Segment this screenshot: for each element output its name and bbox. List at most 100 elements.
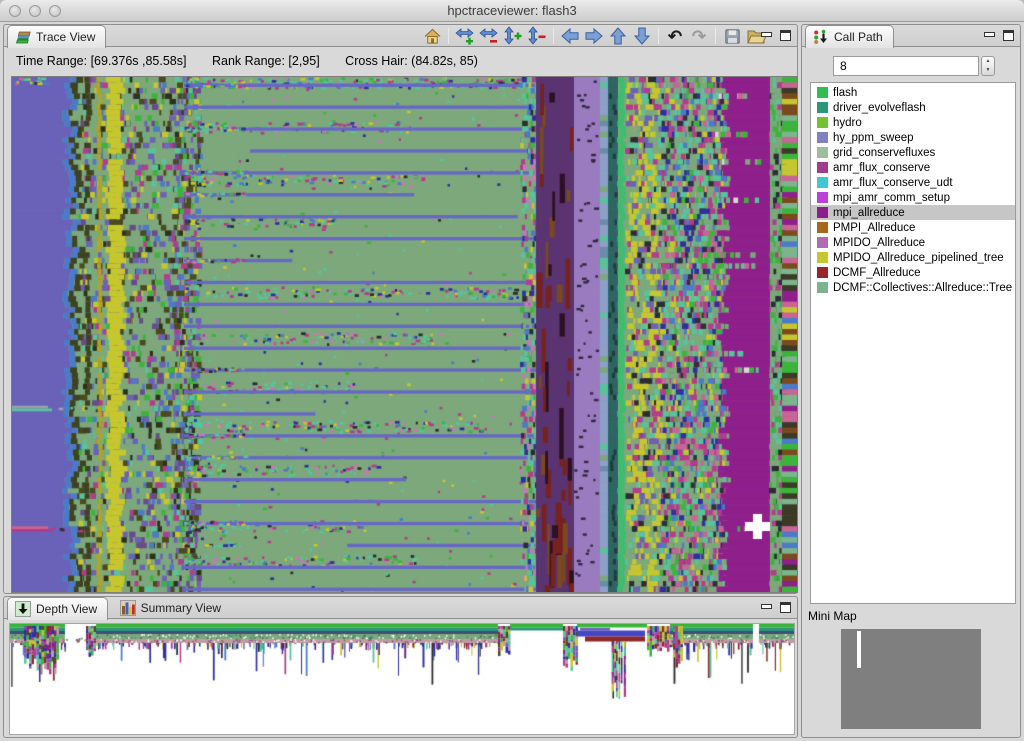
call-path-item[interactable]: driver_evolveflash xyxy=(811,100,1015,115)
call-path-item[interactable]: mpi_amr_comm_setup xyxy=(811,190,1015,205)
procedure-color-chip xyxy=(817,267,828,278)
procedure-label: amr_flux_conserve_udt xyxy=(833,177,953,189)
call-path-item[interactable]: DCMF_Allreduce xyxy=(811,265,1015,280)
procedure-label: DCMF_Allreduce xyxy=(833,267,921,279)
trace-canvas[interactable] xyxy=(11,76,798,593)
call-path-item[interactable]: amr_flux_conserve xyxy=(811,160,1015,175)
procedure-color-chip xyxy=(817,162,828,173)
procedure-label: mpi_amr_comm_setup xyxy=(833,192,950,204)
undo-icon: ↶ xyxy=(668,28,682,45)
call-path-item[interactable]: flash xyxy=(811,85,1015,100)
procedure-color-chip xyxy=(817,282,828,293)
call-path-list: flash driver_evolveflashhydro hy_ppm_sweep… xyxy=(810,82,1016,604)
tab-depth-view[interactable]: Depth View xyxy=(7,597,108,620)
call-path-item[interactable]: DCMF::Collectives::Allreduce::Tree xyxy=(811,280,1015,295)
home-icon xyxy=(423,27,442,46)
call-path-item[interactable]: amr_flux_conserve_udt xyxy=(811,175,1015,190)
procedure-color-chip xyxy=(817,222,828,233)
depth-pane-maximize-button[interactable] xyxy=(780,602,791,613)
procedure-color-chip xyxy=(817,177,828,188)
procedure-color-chip xyxy=(817,132,828,143)
stepper-down-icon[interactable]: ▼ xyxy=(982,66,994,75)
zoom-out-horizontal-icon xyxy=(479,26,499,46)
procedure-color-chip xyxy=(817,237,828,248)
title-bar: hpctraceviewer: flash3 xyxy=(0,0,1024,22)
tab-summary-view[interactable]: Summary View xyxy=(113,597,231,619)
tab-trace-view[interactable]: Trace View xyxy=(7,25,106,48)
arrow-up-icon xyxy=(608,26,628,46)
depth-pane-minimize-button[interactable] xyxy=(761,604,772,609)
tab-call-path-label: Call Path xyxy=(834,30,883,44)
procedure-label: grid_conservefluxes xyxy=(833,147,935,159)
pan-up-button[interactable] xyxy=(607,26,629,46)
time-range-value: Time Range: [69.376s ,85.58s] xyxy=(16,54,186,68)
pan-left-button[interactable] xyxy=(559,26,581,46)
callpath-pane-maximize-button[interactable] xyxy=(1003,30,1014,41)
callpath-pane-minimize-button[interactable] xyxy=(984,32,995,37)
pane-maximize-button[interactable] xyxy=(780,30,791,41)
pan-down-button[interactable] xyxy=(631,26,653,46)
redo-button[interactable]: ↷ xyxy=(688,26,710,46)
call-path-pane: Call Path 8 ▲ ▼ flashdriver_evolveflashh… xyxy=(801,24,1021,738)
call-path-item[interactable]: MPIDO_Allreduce_pipelined_tree xyxy=(811,250,1015,265)
procedure-color-chip xyxy=(817,102,828,113)
depth-view-icon xyxy=(15,601,31,617)
zoom-in-vertical-icon xyxy=(503,26,523,46)
procedure-label: DCMF::Collectives::Allreduce::Tree xyxy=(833,282,1012,294)
trace-status-bar: Time Range: [69.376s ,85.58s] Rank Range… xyxy=(16,54,500,68)
procedure-label: amr_flux_conserve xyxy=(833,162,930,174)
depth-view-pane: Depth View Summary View xyxy=(3,596,798,738)
procedure-label: driver_evolveflash xyxy=(833,102,926,114)
tab-call-path[interactable]: Call Path xyxy=(805,25,894,48)
window-title: hpctraceviewer: flash3 xyxy=(0,3,1024,18)
call-path-item[interactable]: PMPI_Allreduce xyxy=(811,220,1015,235)
tab-trace-view-label: Trace View xyxy=(36,30,95,44)
stepper-up-icon[interactable]: ▲ xyxy=(982,57,994,66)
rank-range-value: Rank Range: [2,95] xyxy=(212,54,320,68)
crosshair-value: Cross Hair: (84.82s, 85) xyxy=(345,54,478,68)
procedure-color-chip xyxy=(817,192,828,203)
trace-view-pane: Trace View xyxy=(3,24,798,594)
mini-map-viewport[interactable] xyxy=(857,631,861,668)
zoom-out-horizontal-button[interactable] xyxy=(478,26,500,46)
trace-view-tabbar: Trace View xyxy=(4,25,797,47)
mini-map-label: Mini Map xyxy=(808,609,857,623)
procedure-color-chip xyxy=(817,252,828,263)
tab-summary-view-label: Summary View xyxy=(141,601,221,615)
trace-toolbar: ↶ ↷ xyxy=(421,25,767,47)
call-path-item[interactable]: hy_ppm_sweep xyxy=(811,130,1015,145)
call-path-item[interactable]: grid_conservefluxes xyxy=(811,145,1015,160)
depth-spinner-stepper[interactable]: ▲ ▼ xyxy=(981,56,995,76)
depth-spinner-input[interactable]: 8 xyxy=(833,56,979,76)
call-path-item[interactable]: MPIDO_Allreduce xyxy=(811,235,1015,250)
call-path-item[interactable]: hydro xyxy=(811,115,1015,130)
summary-view-icon xyxy=(120,600,136,616)
redo-icon: ↷ xyxy=(692,28,706,45)
zoom-out-vertical-icon xyxy=(527,26,547,46)
app-window: hpctraceviewer: flash3 Trace View xyxy=(0,0,1024,741)
zoom-in-vertical-button[interactable] xyxy=(502,26,524,46)
procedure-label: MPIDO_Allreduce_pipelined_tree xyxy=(833,252,1004,264)
zoom-in-horizontal-icon xyxy=(455,26,475,46)
arrow-down-icon xyxy=(632,26,652,46)
home-button[interactable] xyxy=(421,26,443,46)
procedure-label: flash xyxy=(833,87,857,99)
arrow-left-icon xyxy=(560,26,580,46)
procedure-color-chip xyxy=(817,147,828,158)
arrow-right-icon xyxy=(584,26,604,46)
procedure-label: hy_ppm_sweep xyxy=(833,132,914,144)
zoom-in-horizontal-button[interactable] xyxy=(454,26,476,46)
procedure-color-chip xyxy=(817,207,828,218)
procedure-label: MPIDO_Allreduce xyxy=(833,237,925,249)
procedure-label: PMPI_Allreduce xyxy=(833,222,915,234)
undo-button[interactable]: ↶ xyxy=(664,26,686,46)
pane-minimize-button[interactable] xyxy=(761,32,772,37)
call-path-item[interactable]: mpi_allreduce xyxy=(811,205,1015,220)
zoom-out-vertical-button[interactable] xyxy=(526,26,548,46)
call-path-tabbar: Call Path xyxy=(802,25,1020,47)
mini-map[interactable] xyxy=(841,629,981,729)
pan-right-button[interactable] xyxy=(583,26,605,46)
depth-canvas[interactable] xyxy=(9,623,795,735)
procedure-color-chip xyxy=(817,117,828,128)
save-button[interactable] xyxy=(721,26,743,46)
